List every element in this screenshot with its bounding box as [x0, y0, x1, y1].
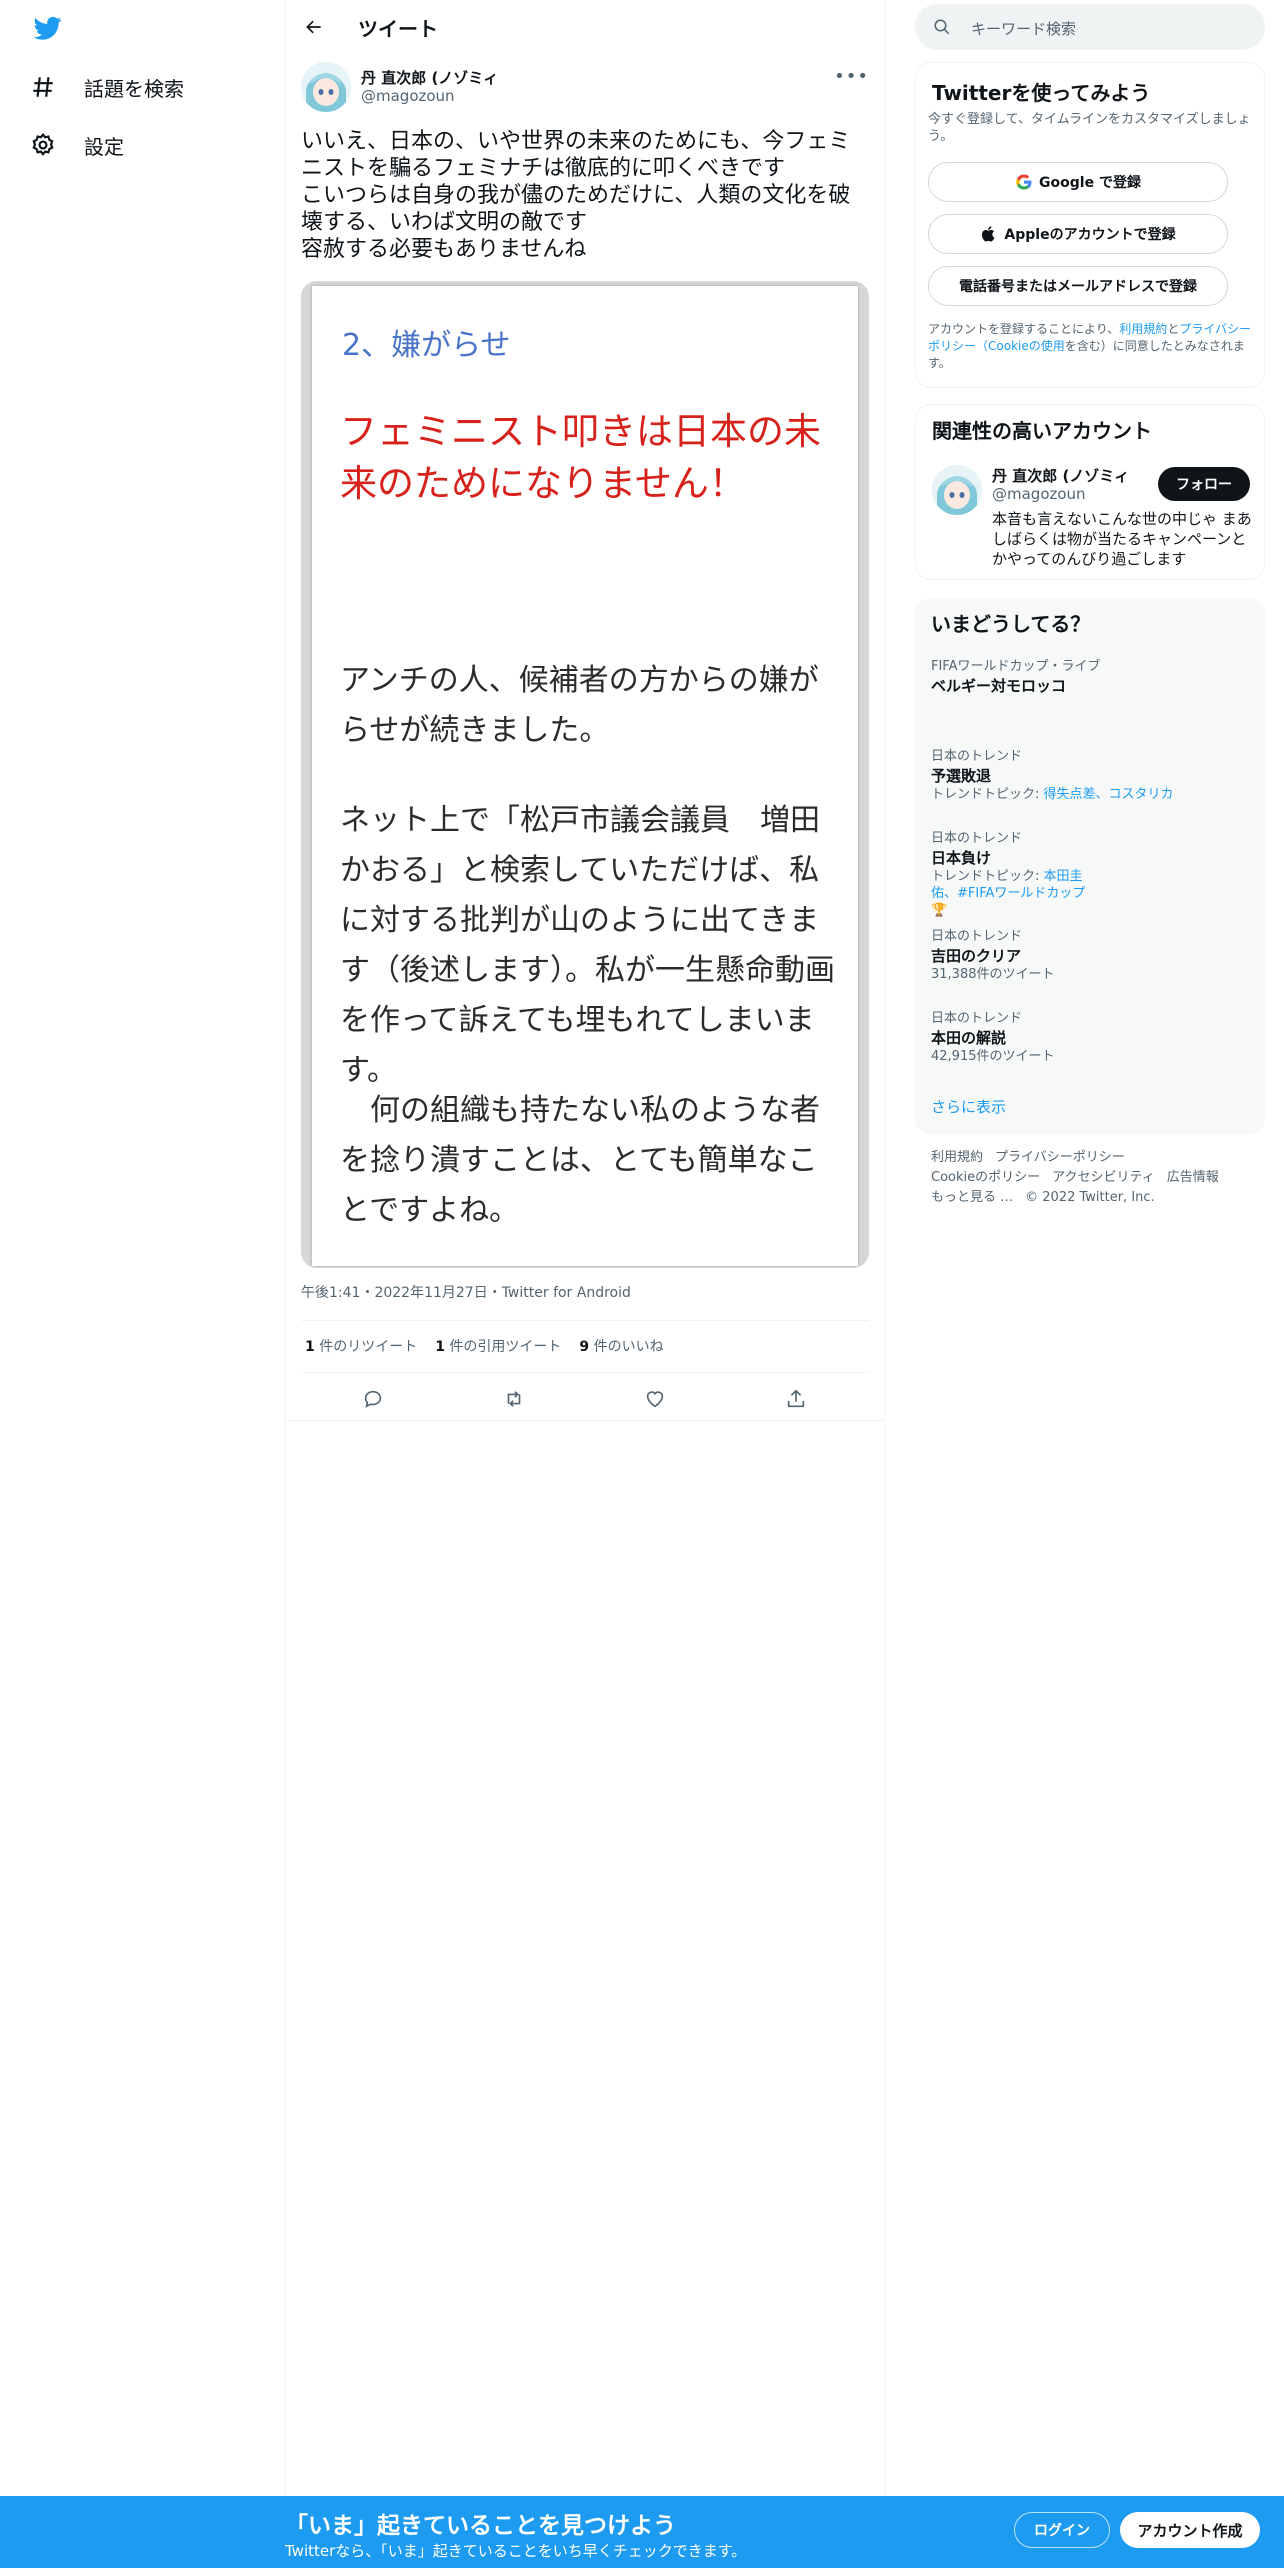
terms-link[interactable]: 利用規約 — [1119, 322, 1167, 336]
bottom-bar-subtitle: Twitterなら、「いま」起きていることをいち早くチェックできます。 — [285, 2542, 747, 2560]
show-more-link[interactable]: さらに表示 — [931, 1096, 1006, 1117]
signup-card: Twitterを使ってみよう 今すぐ登録して、タイムラインをカスタマイズしましょ… — [915, 62, 1265, 388]
related-title: 関連性の高いアカウント — [932, 419, 1152, 443]
nav-settings-label: 設定 — [84, 134, 124, 159]
trend-item[interactable]: 日本のトレンド 予選敗退 トレンドトピック: 得失点差、コスタリカ — [931, 748, 1251, 803]
copyright: © 2022 Twitter, Inc. — [1025, 1190, 1155, 1205]
trend-item[interactable]: 日本のトレンド 日本負け トレンドトピック: 本田圭佑、#FIFAワールドカップ… — [931, 830, 1251, 919]
image-paragraph-3: 何の組織も持たない私のような者を捻り潰すことは、とても簡単なことですよね。 — [340, 1093, 820, 1228]
retweet-icon[interactable] — [497, 1382, 531, 1416]
nav-settings[interactable]: 設定 — [30, 125, 124, 165]
tweet-image[interactable]: 2、嫌がらせ フェミニスト叩きは日本の未来のためになりません！ アンチの人、候補… — [301, 281, 869, 1268]
like-icon[interactable] — [638, 1382, 672, 1416]
apple-signup-button[interactable]: Appleのアカウントで登録 — [928, 214, 1228, 254]
nav-explore[interactable]: 話題を検索 — [30, 67, 184, 107]
login-button[interactable]: ログイン — [1014, 2512, 1110, 2548]
google-signup-button[interactable]: Google で登録 — [928, 162, 1228, 202]
nav-explore-label: 話題を検索 — [84, 76, 184, 101]
footer-link[interactable]: 広告情報 — [1167, 1170, 1219, 1185]
retweet-stat[interactable]: 1 件のリツイート — [305, 1336, 417, 1356]
avatar[interactable] — [932, 465, 982, 515]
like-stat[interactable]: 9 件のいいね — [579, 1336, 663, 1356]
tweet-timestamp[interactable]: 午後1:41・2022年11月27日・Twitter for Android — [301, 1282, 631, 1302]
bottom-signup-bar: 「いま」起きていることを見つけよう Twitterなら、「いま」起きていることを… — [0, 2496, 1284, 2568]
google-signup-label: Google で登録 — [1039, 175, 1141, 191]
footer-link[interactable]: 利用規約 — [931, 1150, 983, 1165]
quote-stat[interactable]: 1 件の引用ツイート — [435, 1336, 561, 1356]
signup-title: Twitterを使ってみよう — [932, 81, 1151, 105]
tweet-column: ツイート 丹 直次郎 (ノゾミィ @magozoun ••• いいえ、日本の、い… — [285, 0, 885, 2568]
follow-button[interactable]: フォロー — [1158, 467, 1250, 501]
google-icon — [1016, 174, 1032, 190]
divider — [301, 1372, 869, 1373]
phone-email-signup-button[interactable]: 電話番号またはメールアドレスで登録 — [928, 266, 1228, 306]
twitter-logo-icon[interactable] — [32, 14, 64, 42]
tweet-stats: 1 件のリツイート 1 件の引用ツイート 9 件のいいね — [305, 1336, 664, 1356]
reply-icon[interactable] — [356, 1382, 390, 1416]
trend-item[interactable]: 日本のトレンド 本田の解説 42,915件のツイート — [931, 1010, 1251, 1065]
search-icon — [934, 19, 950, 35]
trends-card: いまどうしてる？ FIFAワールドカップ・ライブ ベルギー対モロッコ 日本のトレ… — [915, 598, 1265, 1134]
apple-icon — [982, 226, 995, 242]
gear-icon — [32, 133, 54, 156]
image-red-text: フェミニスト叩きは日本の未来のためになりません！ — [340, 410, 821, 505]
footer-links: 利用規約 プライバシーポリシー Cookieのポリシー アクセシビリティ 広告情報 も… — [931, 1148, 1251, 1208]
trend-item[interactable]: FIFAワールドカップ・ライブ ベルギー対モロッコ — [931, 658, 1251, 696]
footer-link[interactable]: プライバシーポリシー — [995, 1150, 1125, 1165]
image-page: 2、嫌がらせ フェミニスト叩きは日本の未来のためになりません！ アンチの人、候補… — [312, 286, 858, 1266]
footer-link[interactable]: アクセシビリティ — [1052, 1170, 1155, 1185]
tweet-text: いいえ、日本の、いや世界の未来のためにも、今フェミニストを騙るフェミナチは徹底的… — [301, 129, 851, 262]
page: 話題を検索 設定 ツイート 丹 直次郎 (ノゾミィ @magozoun ••• … — [0, 0, 1284, 2568]
avatar[interactable] — [301, 62, 351, 112]
more-options-icon[interactable]: ••• — [834, 66, 869, 87]
bottom-bar-title: 「いま」起きていることを見つけよう — [285, 2513, 676, 2539]
image-paragraph-1: アンチの人、候補者の方からの嫌がらせが続きました。 — [340, 663, 819, 748]
trend-item[interactable]: 日本のトレンド 吉田のクリア 31,388件のツイート — [931, 928, 1251, 983]
divider — [301, 1320, 869, 1321]
share-icon[interactable] — [779, 1382, 813, 1416]
divider — [285, 1420, 885, 1421]
tweet-actions — [301, 1382, 869, 1416]
footer-link[interactable]: もっと見る … — [931, 1190, 1013, 1205]
signup-subtitle: 今すぐ登録して、タイムラインをカスタマイズしましょう。 — [928, 112, 1251, 144]
tweet-author: 丹 直次郎 (ノゾミィ @magozoun ••• — [301, 62, 869, 112]
hashtag-icon — [33, 77, 53, 97]
search-input[interactable]: キーワード検索 — [971, 18, 1076, 39]
phone-email-signup-label: 電話番号またはメールアドレスで登録 — [959, 279, 1197, 295]
create-account-button[interactable]: アカウント作成 — [1120, 2512, 1260, 2548]
page-title: ツイート — [358, 17, 438, 41]
related-name[interactable]: 丹 直次郎 (ノゾミィ — [992, 465, 1129, 486]
trends-title: いまどうしてる？ — [931, 612, 1091, 636]
related-handle[interactable]: @magozoun — [992, 485, 1086, 503]
back-arrow-icon[interactable] — [299, 12, 329, 42]
left-nav: 話題を検索 設定 — [0, 0, 285, 2568]
image-heading: 2、嫌がらせ — [342, 328, 511, 363]
author-name[interactable]: 丹 直次郎 (ノゾミィ — [361, 67, 498, 88]
author-handle[interactable]: @magozoun — [361, 87, 455, 105]
tweet-header: ツイート — [285, 0, 885, 54]
related-accounts-card: 関連性の高いアカウント 丹 直次郎 (ノゾミィ @magozoun フォロー 本… — [915, 404, 1265, 580]
search-box[interactable]: キーワード検索 — [915, 4, 1265, 50]
footer-link[interactable]: Cookieのポリシー — [931, 1170, 1040, 1185]
signup-legal: アカウントを登録することにより、利用規約とプライバシーポリシー（Cookieの使… — [928, 322, 1252, 370]
image-paragraph-2: ネット上で「松戸市議会議員 増田かおる」と検索していただけば、私に対する批判が山… — [340, 803, 835, 1088]
related-bio: 本音も言えないこんな世の中じゃ まあしばらくは物が当たるキャンペーンとかやっての… — [992, 510, 1252, 568]
apple-signup-label: Appleのアカウントで登録 — [1004, 227, 1176, 243]
